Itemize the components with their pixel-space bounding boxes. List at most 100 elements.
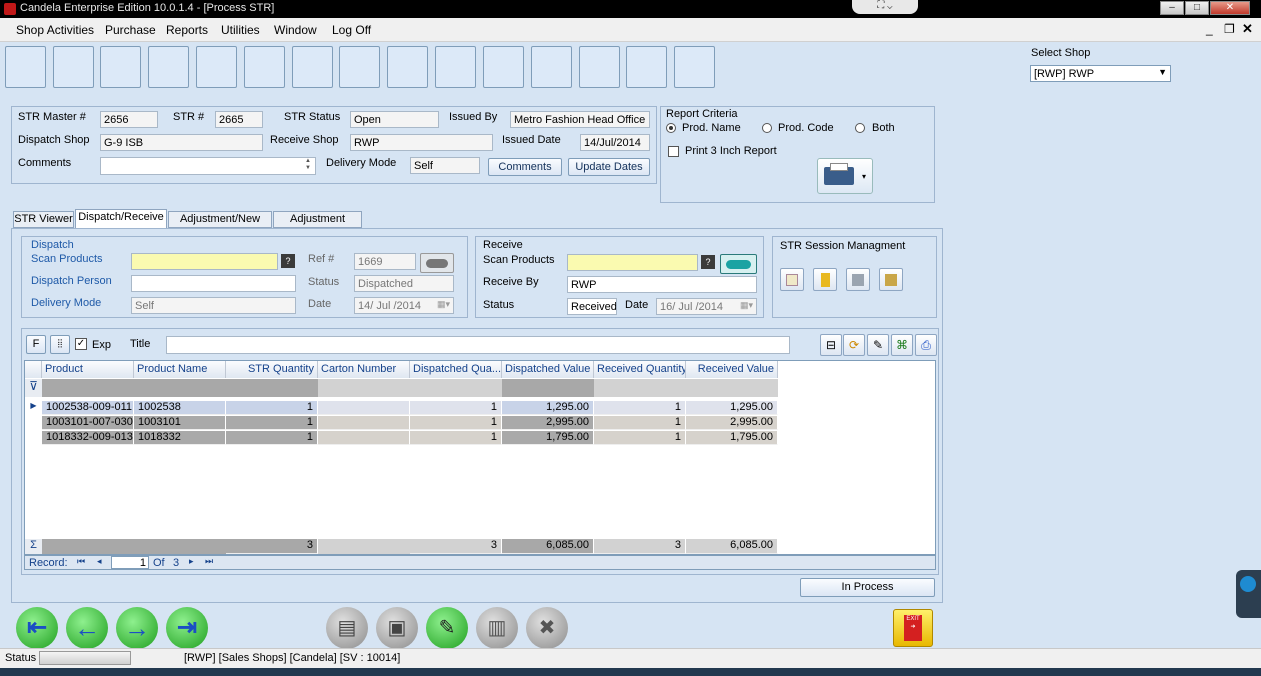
mdi-close-icon[interactable]: ✕	[1242, 21, 1253, 37]
toolbar-slot[interactable]	[292, 46, 333, 88]
session-edit-button[interactable]	[780, 268, 804, 291]
mdi-restore-icon[interactable]: ❐	[1224, 22, 1235, 36]
issued-date-field[interactable]: 14/Jul/2014	[580, 134, 650, 151]
table-row[interactable]: 1018332-009-013 1018332 1 1 1,795.00 1 1…	[25, 431, 778, 445]
filter-cell[interactable]	[42, 379, 226, 397]
col-header-dispatched-qty[interactable]: Dispatched Qua...	[410, 361, 502, 378]
col-header-product[interactable]: Product	[42, 361, 134, 378]
radio-prod-code[interactable]	[762, 123, 772, 133]
grid-edit-button[interactable]: ✎	[867, 334, 889, 356]
select-shop-dropdown[interactable]: [RWP] RWP ▼	[1030, 65, 1171, 82]
tab-dispatch-receive[interactable]: Dispatch/Receive	[75, 209, 167, 229]
column-chooser-button[interactable]: ⦙⦙	[50, 335, 70, 354]
toolbar-slot[interactable]	[100, 46, 141, 88]
tab-adjustment-new-str[interactable]: Adjustment/New STR	[168, 211, 272, 240]
tools-button[interactable]: ✖	[526, 607, 568, 649]
receive-help-icon[interactable]: ?	[701, 255, 715, 269]
update-dates-button[interactable]: Update Dates	[568, 158, 650, 176]
dispatch-send-button[interactable]	[420, 253, 454, 273]
delete-button[interactable]: ▥	[476, 607, 518, 649]
exit-button[interactable]: EXIT ➜	[893, 609, 933, 647]
comments-field[interactable]	[100, 157, 316, 175]
spinner-icon[interactable]: ▲ ▼	[305, 158, 311, 172]
toolbar-slot[interactable]	[674, 46, 715, 88]
next-record-icon[interactable]: ▸	[189, 556, 194, 567]
menu-shop-activities[interactable]: Shop Activities	[16, 23, 94, 37]
current-record-input[interactable]: 1	[111, 556, 149, 569]
first-record-icon[interactable]: ⏮	[77, 556, 85, 567]
menu-reports[interactable]: Reports	[166, 23, 208, 37]
menu-window[interactable]: Window	[274, 23, 317, 37]
session-box-button[interactable]	[846, 268, 870, 291]
edit-button[interactable]: ✎	[426, 607, 468, 649]
toolbar-slot[interactable]	[53, 46, 94, 88]
tab-adjustment-viewer[interactable]: Adjustment Viewer	[273, 211, 362, 240]
toolbar-slot[interactable]	[196, 46, 237, 88]
dispatch-scan-input[interactable]	[131, 253, 278, 270]
toolbar-slot[interactable]	[435, 46, 476, 88]
toolbar-slot[interactable]	[244, 46, 285, 88]
last-button[interactable]: ⇥	[166, 607, 208, 649]
receive-shop-field[interactable]: RWP	[350, 134, 493, 151]
filter-cell[interactable]	[318, 379, 410, 397]
filter-cell[interactable]	[226, 379, 318, 397]
mdi-minimize-icon[interactable]: _	[1206, 22, 1213, 36]
filter-cell[interactable]	[594, 379, 686, 397]
session-bookmark-button[interactable]	[813, 268, 837, 291]
radio-prod-name[interactable]	[666, 123, 676, 133]
table-row[interactable]: 1002538-009-011 1002538 1 1 1,295.00 1 1…	[25, 401, 778, 415]
in-process-button[interactable]: In Process	[800, 578, 935, 597]
grid-refresh-button[interactable]: ⟳	[843, 334, 865, 356]
remote-toolbar[interactable]: ⛶ ⌄	[852, 0, 918, 14]
filter-cell[interactable]	[686, 379, 778, 397]
filter-cell[interactable]	[502, 379, 594, 397]
title-input[interactable]	[166, 336, 790, 354]
minimize-button[interactable]: –	[1160, 1, 1184, 15]
toolbar-slot[interactable]	[148, 46, 189, 88]
filter-cell[interactable]	[410, 379, 502, 397]
dispatch-mode-field[interactable]: Self	[131, 297, 296, 314]
dispatch-ref-field[interactable]: 1669	[354, 253, 416, 270]
delivery-mode-field[interactable]: Self	[410, 157, 480, 174]
dispatch-help-icon[interactable]: ?	[281, 254, 295, 268]
receive-by-field[interactable]: RWP	[567, 276, 757, 293]
print-button[interactable]: ▾	[817, 158, 873, 194]
toolbar-slot[interactable]	[483, 46, 524, 88]
dispatch-status-field[interactable]: Dispatched	[354, 275, 454, 292]
last-record-icon[interactable]: ⏭	[205, 556, 213, 567]
receive-scan-input[interactable]	[567, 254, 698, 271]
filter-f-button[interactable]: F	[26, 335, 46, 354]
previous-button[interactable]: ←	[66, 607, 108, 649]
str-status-field[interactable]: Open	[350, 111, 439, 128]
comments-button[interactable]: Comments	[488, 158, 562, 176]
col-header-product-name[interactable]: Product Name	[134, 361, 226, 378]
table-row[interactable]: 1003101-007-030 1003101 1 1 2,995.00 1 2…	[25, 416, 778, 430]
exp-checkbox[interactable]: ✓	[75, 338, 87, 350]
receive-status-field[interactable]: Received	[567, 298, 617, 315]
side-widget[interactable]	[1236, 570, 1261, 618]
save-button[interactable]: ▣	[376, 607, 418, 649]
col-header-str-quantity[interactable]: STR Quantity	[226, 361, 318, 378]
maximize-button[interactable]: □	[1185, 1, 1209, 15]
receive-date-picker[interactable]: 16/ Jul /2014 ▦▾	[656, 298, 757, 315]
str-master-field[interactable]: 2656	[100, 111, 158, 128]
str-no-field[interactable]: 2665	[215, 111, 263, 128]
menu-log-off[interactable]: Log Off	[332, 23, 371, 37]
grid-export-button[interactable]: ⊟	[820, 334, 842, 356]
menu-purchase[interactable]: Purchase	[105, 23, 156, 37]
session-close-button[interactable]	[879, 268, 903, 291]
grid-print-button[interactable]: ⎙	[915, 334, 937, 356]
toolbar-slot[interactable]	[387, 46, 428, 88]
first-button[interactable]: ⇤	[16, 607, 58, 649]
dispatch-person-input[interactable]	[131, 275, 296, 292]
issued-by-field[interactable]: Metro Fashion Head Office	[510, 111, 650, 128]
tab-str-viewer[interactable]: STR Viewer	[13, 211, 74, 228]
col-header-dispatched-value[interactable]: Dispatched Value	[502, 361, 594, 378]
menu-utilities[interactable]: Utilities	[221, 23, 260, 37]
toolbar-slot[interactable]	[339, 46, 380, 88]
print3-checkbox[interactable]	[668, 146, 679, 157]
receive-button[interactable]	[720, 254, 757, 274]
next-button[interactable]: →	[116, 607, 158, 649]
dispatch-shop-field[interactable]: G-9 ISB	[100, 134, 263, 151]
col-header-received-qty[interactable]: Received Quantity	[594, 361, 686, 378]
